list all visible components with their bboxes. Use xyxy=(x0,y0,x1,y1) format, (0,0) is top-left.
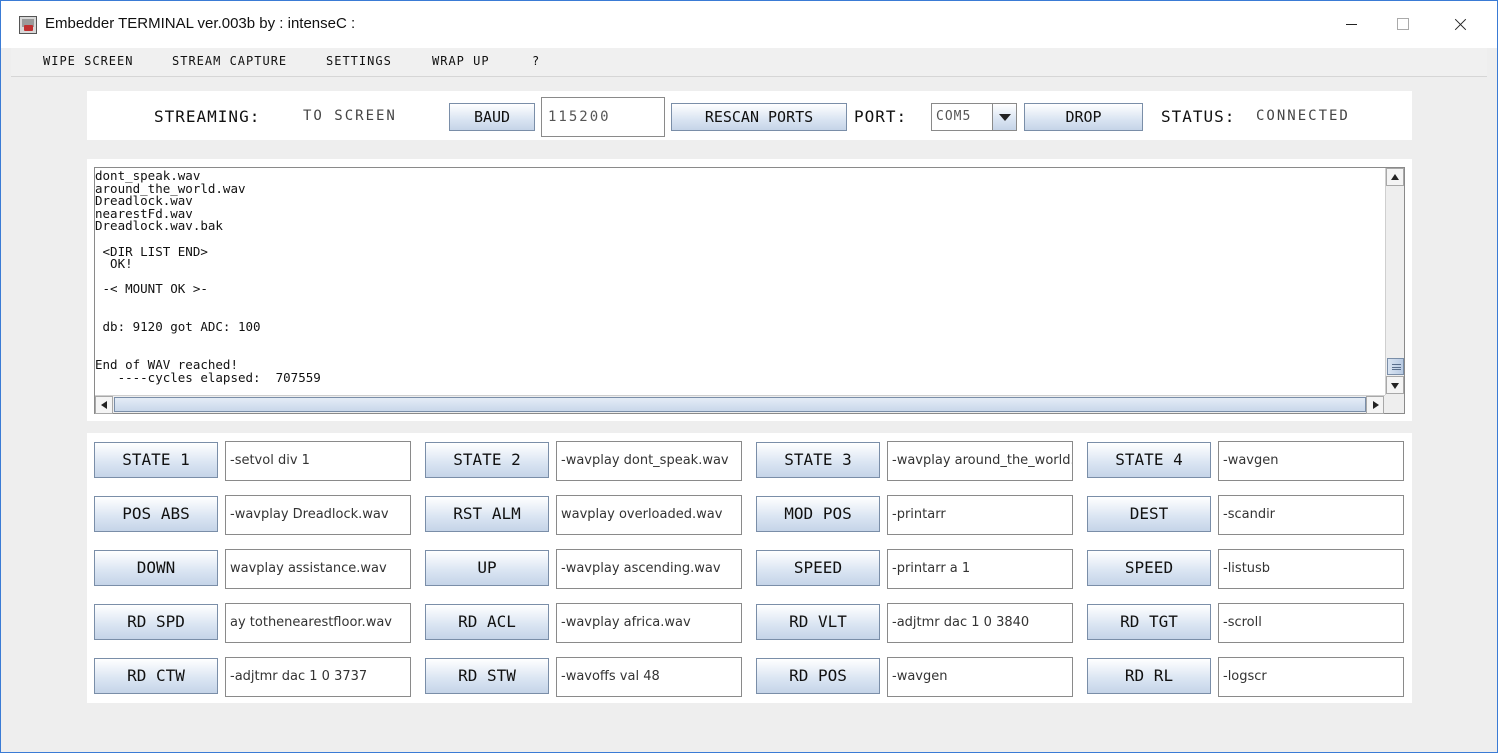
baud-button[interactable]: BAUD xyxy=(449,103,535,131)
rescan-ports-button[interactable]: RESCAN PORTS xyxy=(671,103,847,131)
title-bar: Embedder TERMINAL ver.003b by : intenseC… xyxy=(1,1,1497,48)
macro-command-input[interactable]: -scroll xyxy=(1218,603,1404,643)
console-line: -< MOUNT OK >- xyxy=(95,281,208,297)
baud-input[interactable]: 115200 xyxy=(541,97,665,137)
macro-button[interactable]: SPEED xyxy=(756,550,880,586)
macro-command-input[interactable]: -printarr a 1 xyxy=(887,549,1073,589)
horizontal-scroll-thumb[interactable] xyxy=(114,397,1366,412)
app-icon xyxy=(19,16,37,34)
status-value: CONNECTED xyxy=(1256,108,1350,124)
macro-command-input[interactable]: -adjtmr dac 1 0 3840 xyxy=(887,603,1073,643)
streaming-value: TO SCREEN xyxy=(303,108,397,124)
port-select[interactable]: COM5 xyxy=(931,103,1017,131)
macro-button[interactable]: RD RL xyxy=(1087,658,1211,694)
macro-button[interactable]: DOWN xyxy=(94,550,218,586)
macro-command-input[interactable]: -logscr xyxy=(1218,657,1404,697)
macro-button[interactable]: STATE 1 xyxy=(94,442,218,478)
chevron-down-icon[interactable] xyxy=(992,104,1016,130)
app-window: Embedder TERMINAL ver.003b by : intenseC… xyxy=(0,0,1498,753)
terminal-output[interactable]: dont_speak.wav around_the_world.wav Dreadl… xyxy=(94,167,1405,414)
grip-icon xyxy=(1392,364,1401,370)
close-button[interactable] xyxy=(1437,7,1483,41)
macro-command-input[interactable]: -wavplay around_the_world.wav xyxy=(887,441,1073,481)
vertical-scroll-thumb[interactable] xyxy=(1387,358,1404,375)
menu-settings[interactable]: SETTINGS xyxy=(326,54,392,68)
menu-bar: WIPE SCREEN STREAM CAPTURE SETTINGS WRAP… xyxy=(11,48,1487,77)
macro-command-input[interactable]: -printarr xyxy=(887,495,1073,535)
macro-command-input[interactable]: wavplay assistance.wav xyxy=(225,549,411,589)
minimize-button[interactable] xyxy=(1329,7,1375,41)
console-line: nearestFd.wav xyxy=(95,205,193,221)
macro-button[interactable]: RD SPD xyxy=(94,604,218,640)
macro-command-input[interactable]: -wavplay ascending.wav xyxy=(556,549,742,589)
menu-wrap-up[interactable]: WRAP UP xyxy=(432,54,490,68)
macro-button[interactable]: STATE 2 xyxy=(425,442,549,478)
status-label: STATUS: xyxy=(1161,107,1236,126)
maximize-button[interactable] xyxy=(1379,7,1425,41)
macro-button[interactable]: UP xyxy=(425,550,549,586)
console-line: <DIR LIST END> xyxy=(95,243,208,259)
console-line: ----cycles elapsed: 707559 xyxy=(95,369,321,385)
macro-button[interactable]: RD VLT xyxy=(756,604,880,640)
window-title: Embedder TERMINAL ver.003b by : intenseC… xyxy=(45,15,356,32)
macro-button[interactable]: MOD POS xyxy=(756,496,880,532)
macro-button[interactable]: STATE 3 xyxy=(756,442,880,478)
console-line: Dreadlock.wav xyxy=(95,193,193,209)
macro-button[interactable]: DEST xyxy=(1087,496,1211,532)
macro-button[interactable]: RD STW xyxy=(425,658,549,694)
macro-button[interactable]: RD POS xyxy=(756,658,880,694)
console-line: OK! xyxy=(95,256,133,272)
vertical-scrollbar[interactable] xyxy=(1385,168,1404,396)
macro-command-input[interactable]: -wavgen xyxy=(1218,441,1404,481)
macro-command-input[interactable]: -adjtmr dac 1 0 3737 xyxy=(225,657,411,697)
streaming-label: STREAMING: xyxy=(154,107,261,126)
macro-button[interactable]: RD CTW xyxy=(94,658,218,694)
macro-button[interactable]: RD ACL xyxy=(425,604,549,640)
scroll-corner xyxy=(1385,395,1404,413)
scroll-down-icon[interactable] xyxy=(1386,376,1404,394)
scroll-left-icon[interactable] xyxy=(95,396,113,414)
port-select-value: COM5 xyxy=(936,109,972,124)
macro-button[interactable]: RST ALM xyxy=(425,496,549,532)
macro-command-input[interactable]: -listusb xyxy=(1218,549,1404,589)
macro-command-input[interactable]: -wavoffs val 48 xyxy=(556,657,742,697)
macro-command-input[interactable]: ay tothenearestfloor.wav xyxy=(225,603,411,643)
macro-command-input[interactable]: -wavgen xyxy=(887,657,1073,697)
macro-command-input[interactable]: wavplay overloaded.wav xyxy=(556,495,742,535)
port-label: PORT: xyxy=(854,107,908,126)
console-line: around_the_world.wav xyxy=(95,180,246,196)
scroll-right-icon[interactable] xyxy=(1366,396,1384,414)
macro-button[interactable]: RD TGT xyxy=(1087,604,1211,640)
menu-stream-capture[interactable]: STREAM CAPTURE xyxy=(172,54,287,68)
console-line: dont_speak.wav xyxy=(95,168,201,183)
macro-button[interactable]: SPEED xyxy=(1087,550,1211,586)
macro-command-input[interactable]: -wavplay africa.wav xyxy=(556,603,742,643)
macro-button[interactable]: STATE 4 xyxy=(1087,442,1211,478)
macro-command-input[interactable]: -wavplay Dreadlock.wav xyxy=(225,495,411,535)
macro-command-input[interactable]: -setvol div 1 xyxy=(225,441,411,481)
macro-command-input[interactable]: -scandir xyxy=(1218,495,1404,535)
horizontal-scrollbar[interactable] xyxy=(95,395,1385,414)
console-line: db: 9120 got ADC: 100 xyxy=(95,319,261,335)
terminal-text[interactable]: dont_speak.wav around_the_world.wav Dreadl… xyxy=(95,168,1385,396)
menu-wipe-screen[interactable]: WIPE SCREEN xyxy=(43,54,133,68)
macro-command-text: ay tothenearestfloor.wav xyxy=(230,615,392,630)
macro-command-input[interactable]: -wavplay dont_speak.wav xyxy=(556,441,742,481)
console-line: Dreadlock.wav.bak xyxy=(95,218,223,234)
drop-button[interactable]: DROP xyxy=(1024,103,1143,131)
scroll-up-icon[interactable] xyxy=(1386,168,1404,186)
macro-button[interactable]: POS ABS xyxy=(94,496,218,532)
menu-help[interactable]: ? xyxy=(532,54,540,68)
